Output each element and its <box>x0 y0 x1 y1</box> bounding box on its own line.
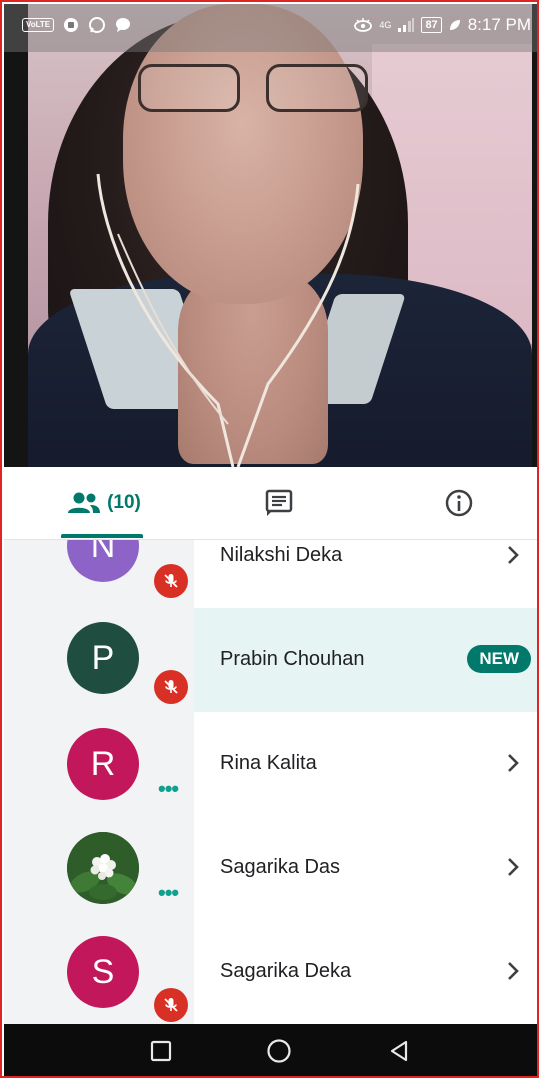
mic-off-icon <box>154 988 188 1022</box>
back-triangle-icon <box>390 1040 408 1062</box>
active-tab-indicator <box>61 534 143 538</box>
participant-name: Sagarika Deka <box>220 960 352 982</box>
participant-list[interactable]: N Nilakshi Deka P Prabin Chouhan NEW R •… <box>4 540 537 1024</box>
system-nav-bar <box>4 1024 537 1076</box>
app-frame: VoLTE 4G 87 8:17 PM (10) N Nilakshi Deka… <box>0 0 539 1078</box>
participant-info: Sagarika Deka <box>194 920 537 1024</box>
participant-row[interactable]: P Prabin Chouhan NEW <box>4 608 537 712</box>
volte-badge: VoLTE <box>22 18 55 32</box>
status-system: 4G 87 8:17 PM <box>353 15 531 35</box>
participant-row[interactable]: R ••• Rina Kalita <box>4 712 537 816</box>
earphone-cable-graphic <box>96 173 360 467</box>
participant-row[interactable]: N Nilakshi Deka <box>4 540 537 608</box>
avatar-initial: N <box>90 540 116 565</box>
chat-bubble-icon <box>116 18 131 32</box>
avatar-initial: S <box>91 952 115 991</box>
video-feed[interactable]: VoLTE 4G 87 8:17 PM <box>4 4 537 467</box>
chevron-right-icon[interactable] <box>503 958 523 984</box>
participant-info: Sagarika Das <box>194 816 537 920</box>
speaking-indicator-icon: ••• <box>158 776 179 801</box>
signal-icon <box>398 18 415 32</box>
avatar-initial: P <box>91 638 115 677</box>
tab-bar: (10) <box>4 467 537 540</box>
messaging-icon <box>64 18 79 32</box>
participant-row[interactable]: S Sagarika Deka <box>4 920 537 1024</box>
people-icon <box>68 492 101 513</box>
speaking-indicator-icon: ••• <box>158 880 179 905</box>
tab-info[interactable] <box>414 467 504 539</box>
flower-photo-icon <box>67 832 139 904</box>
participant-name: Sagarika Das <box>220 856 341 878</box>
info-icon <box>445 489 473 517</box>
chevron-right-icon[interactable] <box>503 854 523 880</box>
participant-info: Prabin Chouhan NEW <box>194 608 537 712</box>
recents-button[interactable] <box>146 1036 176 1066</box>
tab-people[interactable]: (10) <box>44 467 164 539</box>
mic-off-icon <box>154 564 188 598</box>
leaf-power-saving-icon <box>449 20 460 30</box>
network-type: 4G <box>379 19 392 30</box>
home-button[interactable] <box>264 1036 294 1066</box>
eye-comfort-icon <box>354 18 373 32</box>
avatar: N <box>67 540 139 582</box>
avatar: S <box>67 936 139 1008</box>
avatar-photo <box>67 832 139 904</box>
recents-square-icon <box>150 1040 172 1062</box>
chat-icon <box>265 489 293 516</box>
status-notifications: VoLTE <box>22 16 132 34</box>
whatsapp-icon <box>89 17 106 33</box>
avatar: R <box>67 728 139 800</box>
clock: 8:17 PM <box>467 15 531 34</box>
tab-chat[interactable] <box>234 467 324 539</box>
avatar: P <box>67 622 139 694</box>
participant-name: Prabin Chouhan <box>220 648 365 670</box>
mic-off-icon <box>154 670 188 704</box>
participant-row[interactable]: ••• Sagarika Das <box>4 816 537 920</box>
chevron-right-icon[interactable] <box>503 542 523 568</box>
chevron-right-icon[interactable] <box>503 750 523 776</box>
status-bar: VoLTE 4G 87 8:17 PM <box>4 4 537 52</box>
participant-info: Rina Kalita <box>194 712 537 816</box>
participant-video <box>28 4 532 467</box>
avatar-initial: R <box>90 744 116 783</box>
participant-count: (10) <box>107 492 141 513</box>
participant-name: Nilakshi Deka <box>220 544 343 566</box>
back-button[interactable] <box>384 1036 414 1066</box>
new-badge: NEW <box>467 645 531 673</box>
participant-info: Nilakshi Deka <box>194 540 537 608</box>
participant-name: Rina Kalita <box>220 752 317 774</box>
battery-indicator: 87 <box>421 17 442 33</box>
home-circle-icon <box>267 1039 291 1063</box>
